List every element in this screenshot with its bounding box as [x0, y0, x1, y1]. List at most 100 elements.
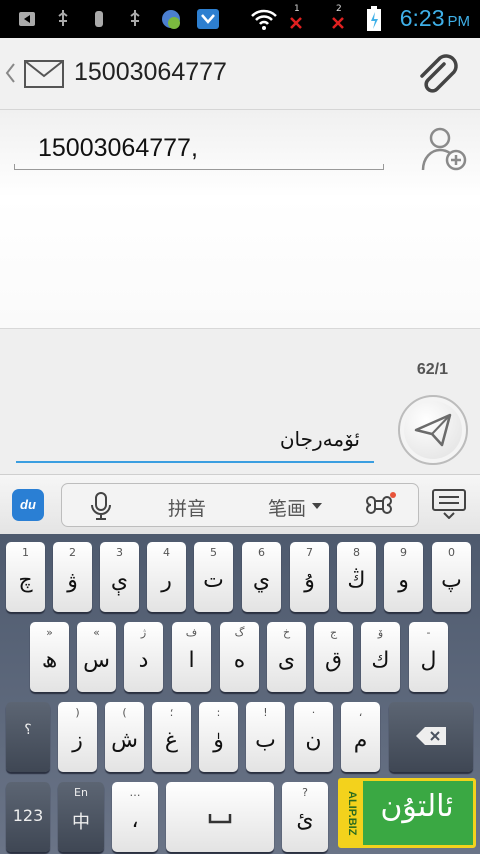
- key-row2-2[interactable]: «س: [77, 622, 116, 692]
- message-input[interactable]: ئۆمەرجان: [280, 427, 360, 451]
- key-row3-6[interactable]: · ن: [294, 702, 333, 772]
- key-hint: !: [263, 706, 268, 719]
- key-0[interactable]: 0پ: [432, 542, 471, 612]
- usb-icon: [58, 10, 68, 26]
- key-row2-5[interactable]: گە: [220, 622, 259, 692]
- key-char: ھ: [41, 648, 58, 673]
- key-hint: ،: [358, 706, 363, 719]
- clock-ampm: PM: [447, 13, 471, 30]
- key-char: ر: [161, 568, 172, 593]
- punctuation-key[interactable]: ? ئ: [282, 782, 328, 852]
- ime-logo[interactable]: du: [12, 489, 44, 521]
- key-hint: 6: [258, 546, 265, 559]
- key-char: ي: [252, 568, 271, 593]
- key-char: ۋ: [67, 568, 78, 593]
- command-icon[interactable]: [366, 492, 396, 520]
- message-underline: [16, 461, 374, 463]
- key-char: ل: [420, 648, 437, 673]
- microphone-icon[interactable]: [90, 492, 112, 520]
- numbers-key[interactable]: 123: [6, 782, 50, 852]
- back-chevron-icon[interactable]: [4, 62, 16, 84]
- back-icon: [19, 12, 35, 26]
- key-row2-8[interactable]: ۆك: [361, 622, 400, 692]
- clock: 6:23 PM: [400, 5, 470, 32]
- backspace-icon: [416, 727, 446, 745]
- action-bar: 15003064777: [0, 38, 480, 110]
- key-2[interactable]: 2ۋ: [53, 542, 92, 612]
- key-char: چ: [18, 568, 33, 593]
- space-key[interactable]: [166, 782, 274, 852]
- key-char: ؟: [24, 722, 32, 738]
- key-1[interactable]: 1چ: [6, 542, 45, 612]
- key-char: س: [83, 648, 110, 673]
- key-row2-7[interactable]: جق: [314, 622, 353, 692]
- key-row2-3[interactable]: ژد: [124, 622, 163, 692]
- add-contact-icon[interactable]: [420, 122, 468, 174]
- key-hint: ·: [311, 706, 316, 719]
- paperclip-icon[interactable]: [414, 52, 460, 98]
- key-char: ز: [72, 728, 83, 753]
- key-hint: »: [46, 626, 53, 639]
- android-icon: [162, 10, 180, 29]
- key-hint: 9: [400, 546, 407, 559]
- key-row2-6[interactable]: خى: [267, 622, 306, 692]
- recipient-input[interactable]: 15003064777,: [38, 134, 198, 163]
- send-button[interactable]: [398, 395, 468, 465]
- key-hint: «: [93, 626, 100, 639]
- key-row3-1[interactable]: ) ز: [58, 702, 97, 772]
- key-8[interactable]: 8ڭ: [337, 542, 376, 612]
- key-5[interactable]: 5ت: [194, 542, 233, 612]
- key-hint: 8: [353, 546, 360, 559]
- key-char: غ: [164, 728, 179, 753]
- usb-debug-icon: [95, 11, 103, 27]
- key-hint: En: [74, 786, 88, 799]
- key-hint: گ: [234, 626, 245, 639]
- key-4[interactable]: 4ر: [147, 542, 186, 612]
- key-char: و: [398, 568, 409, 593]
- key-hint: 0: [448, 546, 455, 559]
- key-row3-7[interactable]: ، م: [341, 702, 380, 772]
- key-row3-5[interactable]: ! ب: [246, 702, 285, 772]
- battery-charging-icon: [367, 6, 381, 31]
- char-counter: 62/1: [416, 361, 448, 378]
- recipient-underline: [14, 164, 384, 170]
- key-hint: 4: [163, 546, 170, 559]
- wifi-icon: [251, 9, 277, 30]
- key-row2-9[interactable]: -ل: [409, 622, 448, 692]
- key-hint: ۆ: [377, 626, 384, 639]
- key-row2-4[interactable]: فا: [172, 622, 211, 692]
- key-9[interactable]: 9و: [384, 542, 423, 612]
- key-question[interactable]: ؟: [6, 702, 50, 772]
- key-hint: (: [122, 706, 127, 719]
- key-7[interactable]: 7ۇ: [290, 542, 329, 612]
- key-6[interactable]: 6ي: [242, 542, 281, 612]
- watermark-main-text: ئالتۇن: [380, 789, 454, 824]
- stroke-mode[interactable]: 笔画: [268, 494, 306, 521]
- key-char: پ: [441, 568, 462, 593]
- key-char: د: [138, 648, 149, 673]
- key-hint: 2: [69, 546, 76, 559]
- key-row3-4[interactable]: :ۈ: [199, 702, 238, 772]
- key-row3-2[interactable]: (ش: [105, 702, 144, 772]
- watermark-logo: ALIP.BIZ ئالتۇن: [338, 778, 476, 848]
- key-char: ۇ: [304, 568, 315, 593]
- key-char: ب: [255, 728, 276, 753]
- watermark-side-text: ALIP.BIZ: [341, 781, 363, 845]
- key-row3-3[interactable]: ؛ غ: [152, 702, 191, 772]
- ime-toolbar: du 拼音 笔画: [0, 474, 480, 534]
- status-bar: 1 2 6:23 PM: [0, 0, 480, 38]
- backspace-key[interactable]: [389, 702, 473, 772]
- envelope-icon[interactable]: [24, 60, 64, 88]
- key-hint: ؛: [169, 706, 174, 719]
- key-hint: :: [216, 706, 221, 719]
- space-icon: [208, 814, 232, 824]
- language-key[interactable]: En 中: [58, 782, 104, 852]
- pinyin-mode[interactable]: 拼音: [168, 494, 206, 521]
- key-char: ئ: [296, 808, 314, 833]
- comma-key[interactable]: … ،: [112, 782, 158, 852]
- key-3[interactable]: 3ې: [100, 542, 139, 612]
- key-row2-1[interactable]: » ھ: [30, 622, 69, 692]
- key-hint: 5: [210, 546, 217, 559]
- hide-keyboard-icon[interactable]: [432, 489, 466, 519]
- chevron-down-icon: [312, 503, 322, 509]
